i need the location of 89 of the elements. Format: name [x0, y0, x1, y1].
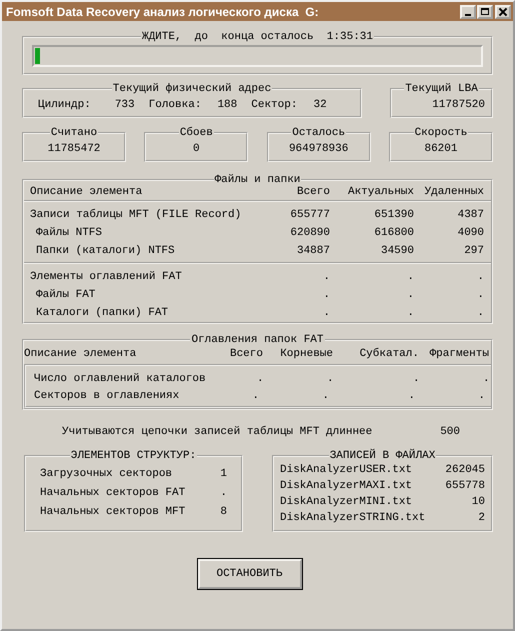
- field-label: Учитываются цепочки записей таблицы MFT длиннее: [62, 426, 372, 438]
- table-cell-text: 651390: [373, 209, 414, 221]
- minimize-button[interactable]: [460, 4, 476, 18]
- field-label: DiskAnalyzerSTRING.txt: [280, 512, 426, 524]
- table-cell-text: Записи таблицы MFT (FILE Record): [30, 209, 242, 221]
- minimize-icon: [465, 14, 471, 16]
- field-label: DiskAnalyzerMAXI.txt: [280, 480, 412, 492]
- table-cell-text: .: [476, 289, 484, 301]
- field-label: DiskAnalyzerMINI.txt: [280, 496, 412, 508]
- field-value: .: [220, 486, 227, 498]
- field-value: 11787520: [432, 99, 485, 111]
- field-value: 32: [313, 99, 327, 111]
- field-value: 10: [472, 496, 485, 508]
- table-cell-text: 34887: [296, 245, 330, 257]
- group-title: ЗАПИСЕЙ В ФАЙЛАХ: [330, 450, 436, 462]
- close-icon: [499, 8, 507, 16]
- window-title: Fomsoft Data Recovery анализ логического диска G:: [6, 4, 320, 18]
- field-value: 2: [478, 512, 485, 524]
- table-cell-text: 620890: [289, 227, 330, 239]
- field-value: 262045: [445, 464, 485, 476]
- group-title: Сбоев: [180, 127, 213, 139]
- field-value: 500: [440, 426, 460, 438]
- group-title: Считано: [50, 127, 98, 139]
- column-header: Описание элемента: [24, 348, 138, 360]
- table-cell-text: .: [251, 390, 259, 402]
- field-value: 964978936: [288, 143, 348, 155]
- field-label: DiskAnalyzerUSER.txt: [280, 464, 412, 476]
- table-cell-text: Элементы оглавлений FAT: [30, 271, 183, 283]
- field-label: Головка:: [148, 99, 202, 111]
- field-value: 733: [114, 99, 135, 111]
- column-header: Описание элемента: [30, 186, 144, 198]
- column-header: Актуальных: [346, 186, 414, 198]
- table-cell-text: Файлы FAT: [35, 289, 96, 301]
- table-cell-text: .: [322, 307, 330, 319]
- column-header: Корневые: [279, 348, 333, 360]
- field-label: Начальных секторов MFT: [40, 506, 186, 518]
- table-cell-text: 655777: [289, 209, 330, 221]
- table-cell-text: .: [482, 372, 490, 384]
- column-header: Удаленных: [424, 186, 484, 198]
- group-title: Текущий LBA: [405, 83, 478, 95]
- group-title: ЖДИТЕ, до конца осталось 1:35:31: [142, 31, 374, 43]
- group-title: ЭЛЕМЕНТОВ СТРУКТУР:: [70, 450, 196, 462]
- table-cell-text: .: [476, 271, 484, 283]
- table-cell-text: .: [406, 289, 414, 301]
- table-cell-text: .: [406, 307, 414, 319]
- column-header: Субкатал.: [358, 348, 419, 360]
- field-value: 0: [193, 143, 200, 155]
- table-cell-text: .: [477, 390, 485, 402]
- table-cell-text: Папки (каталоги) NTFS: [35, 245, 176, 257]
- table-cell-text: .: [406, 271, 414, 283]
- table-cell-text: .: [322, 271, 330, 283]
- field-label: Начальных секторов FAT: [40, 486, 186, 498]
- group-title: Осталось: [292, 127, 346, 139]
- table-cell-text: .: [321, 390, 329, 402]
- group-title: Оглавления папок FAT: [191, 334, 324, 346]
- table-cell-text: .: [412, 372, 420, 384]
- field-label: Сектор:: [251, 99, 298, 111]
- column-header: Всего: [228, 348, 263, 360]
- field-value: 8: [220, 506, 227, 518]
- column-header: Фрагменты: [428, 348, 489, 360]
- field-value: 188: [217, 99, 238, 111]
- column-header: Всего: [296, 186, 330, 198]
- table-cell-text: .: [322, 289, 330, 301]
- table-cell: Число оглавлений каталогов: [34, 372, 206, 384]
- group-title: Файлы и папки: [214, 174, 300, 186]
- group-title: Скорость: [414, 127, 468, 139]
- table-cell-text: 616800: [373, 227, 414, 239]
- table-cell-text: .: [256, 372, 264, 384]
- table-cell-text: 34590: [380, 245, 414, 257]
- maximize-icon: [481, 8, 489, 15]
- close-button[interactable]: [495, 4, 511, 18]
- maximize-button[interactable]: [477, 4, 493, 18]
- stop-button[interactable]: ОСТАНОВИТЬ: [198, 559, 302, 589]
- table-cell-text: 4387: [456, 209, 484, 221]
- table-cell-text: .: [476, 307, 484, 319]
- field-label: Цилиндр:: [38, 99, 91, 111]
- table-cell-text: Секторов в оглавлениях: [34, 390, 180, 402]
- field-value: 86201: [424, 143, 458, 155]
- group-title: Текущий физический адрес: [112, 83, 272, 95]
- field-label: Загрузочных секторов: [40, 468, 172, 480]
- field-value: 1: [220, 468, 227, 480]
- table-cell-text: 297: [463, 245, 484, 257]
- table-cell-text: Файлы NTFS: [35, 227, 104, 239]
- table-cell-text: .: [326, 372, 334, 384]
- field-value: 11785472: [48, 143, 100, 155]
- table-cell-text: Каталоги (папки) FAT: [35, 307, 170, 319]
- field-value: 655778: [445, 480, 485, 492]
- table-cell-text: 4090: [456, 227, 484, 239]
- table-cell-text: .: [407, 390, 415, 402]
